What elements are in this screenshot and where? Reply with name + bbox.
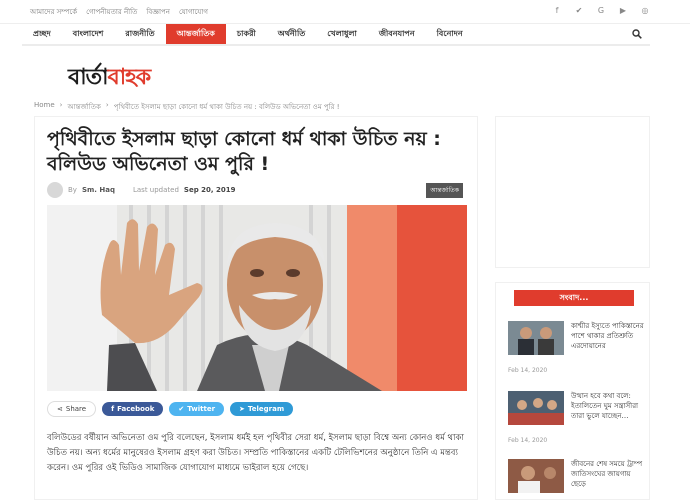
article-card: পৃথিবীতে ইসলাম ছাড়া কোনো ধর্ম থাকা উচিত… xyxy=(34,116,478,500)
twitter-label: Twitter xyxy=(187,405,216,413)
list-item[interactable]: উত্থান হবে কথা বলে: ইতালিতেন ঘুম সন্ত্রা… xyxy=(508,391,644,451)
news-date: Feb 14, 2020 xyxy=(508,367,548,374)
news-title[interactable]: জীবনের শেষ সময়ে ট্রাম্প জাতিসংঘের জায়গ… xyxy=(571,459,647,489)
youtube-icon[interactable]: ▶ xyxy=(618,5,628,15)
top-links: আমাদের সম্পর্কে গোপনীয়তার নীতি বিজ্ঞাপন… xyxy=(30,6,208,18)
logo-part-1: বার্তা xyxy=(68,64,109,90)
nav-item-entertainment[interactable]: বিনোদন xyxy=(426,24,474,44)
avatar xyxy=(47,182,63,198)
nav-item-bangladesh[interactable]: বাংলাদেশ xyxy=(62,24,115,44)
news-thumbnail[interactable] xyxy=(508,391,564,425)
instagram-icon[interactable]: ◎ xyxy=(640,5,650,15)
news-thumbnail[interactable] xyxy=(508,321,564,355)
breadcrumb-current: পৃথিবীতে ইসলাম ছাড়া কোনো ধর্ম থাকা উচিত… xyxy=(113,103,340,111)
article-title: পৃথিবীতে ইসলাম ছাড়া কোনো ধর্ম থাকা উচিত… xyxy=(47,128,441,175)
telegram-icon: ➤ xyxy=(239,405,245,413)
last-updated-label: Last updated xyxy=(132,186,179,194)
nav-item-international[interactable]: আন্তর্জাতিক xyxy=(165,24,226,44)
category-badge[interactable]: আন্তর্জাতিক xyxy=(426,183,463,198)
list-item[interactable]: জীবনের শেষ সময়ে ট্রাম্প জাতিসংঘের জায়গ… xyxy=(508,459,644,500)
sidebar-ad-slot xyxy=(495,116,650,268)
article-photo xyxy=(47,205,467,391)
top-bar: আমাদের সম্পর্কে গোপনীয়তার নীতি বিজ্ঞাপন… xyxy=(0,0,690,24)
breadcrumb-category[interactable]: আন্তর্জাতিক xyxy=(67,101,100,113)
main-nav: প্রচ্ছদ বাংলাদেশ রাজনীতি আন্তর্জাতিক চাক… xyxy=(22,24,650,46)
facebook-label: Facebook xyxy=(117,405,155,413)
facebook-icon[interactable]: f xyxy=(552,5,562,15)
share-label: Share xyxy=(65,405,87,413)
news-title[interactable]: কাশ্মীর ইস্যুতে পাকিস্তানের পাশে থাকার প… xyxy=(571,321,647,351)
by-label: By xyxy=(68,186,77,194)
breadcrumb-separator: › xyxy=(59,101,63,109)
telegram-label: Telegram xyxy=(247,405,285,413)
facebook-icon: f xyxy=(111,405,115,413)
breadcrumb-separator: › xyxy=(105,101,109,109)
article-meta: By Sm. Haq Last updated Sep 20, 2019 xyxy=(47,182,235,198)
nav-item-sports[interactable]: খেলাধুলা xyxy=(316,24,368,44)
site-logo[interactable]: বার্তাবাহক xyxy=(68,60,152,97)
news-date: Feb 14, 2020 xyxy=(508,437,548,444)
top-link-contact[interactable]: যোগাযোগ xyxy=(179,6,208,18)
news-thumbnail[interactable] xyxy=(508,459,564,493)
article-date: Sep 20, 2019 xyxy=(183,186,236,194)
nav-item-jobs[interactable]: চাকরী xyxy=(226,24,267,44)
top-link-advertise[interactable]: বিজ্ঞাপন xyxy=(146,6,170,18)
social-icons: f ✔ G ▶ ◎ xyxy=(552,5,650,15)
top-link-about[interactable]: আমাদের সম্পর্কে xyxy=(30,6,77,18)
nav-item-lifestyle[interactable]: জীবনযাপন xyxy=(368,24,426,44)
twitter-icon[interactable]: ✔ xyxy=(574,5,584,15)
list-item[interactable]: কাশ্মীর ইস্যুতে পাকিস্তানের পাশে থাকার প… xyxy=(508,321,644,381)
search-icon[interactable] xyxy=(632,29,642,42)
news-title[interactable]: উত্থান হবে কথা বলে: ইতালিতেন ঘুম সন্ত্রা… xyxy=(571,391,647,421)
sidebar-news: সংবাদ... কাশ্মীর ইস্যুতে পাকিস্তানের পাশ… xyxy=(495,282,650,500)
twitter-icon: ✔ xyxy=(178,405,185,413)
breadcrumb-home[interactable]: Home xyxy=(34,101,55,113)
logo-part-2: বাহক xyxy=(107,64,152,90)
author-link[interactable]: Sm. Haq xyxy=(82,186,115,194)
facebook-share-button[interactable]: f Facebook xyxy=(102,402,164,416)
sidebar-news-heading: সংবাদ... xyxy=(514,290,634,306)
share-button[interactable]: ⋖ Share xyxy=(47,401,97,417)
telegram-share-button[interactable]: ➤ Telegram xyxy=(230,402,294,416)
nav-item-politics[interactable]: রাজনীতি xyxy=(114,24,165,44)
article-body: বলিউডের বর্ষীয়ান অভিনেতা ওম পুরি বলেছেন… xyxy=(47,433,464,473)
breadcrumb: Home › আন্তর্জাতিক › পৃথিবীতে ইসলাম ছাড়… xyxy=(34,101,340,113)
google-plus-icon[interactable]: G xyxy=(596,5,606,15)
share-icon: ⋖ xyxy=(57,405,63,413)
top-link-privacy[interactable]: গোপনীয়তার নীতি xyxy=(86,6,137,18)
nav-item-economy[interactable]: অর্থনীতি xyxy=(267,24,316,44)
nav-item-home[interactable]: প্রচ্ছদ xyxy=(22,24,62,44)
share-bar: ⋖ Share f Facebook ✔ Twitter ➤ Telegram xyxy=(47,401,294,417)
twitter-share-button[interactable]: ✔ Twitter xyxy=(169,402,225,416)
